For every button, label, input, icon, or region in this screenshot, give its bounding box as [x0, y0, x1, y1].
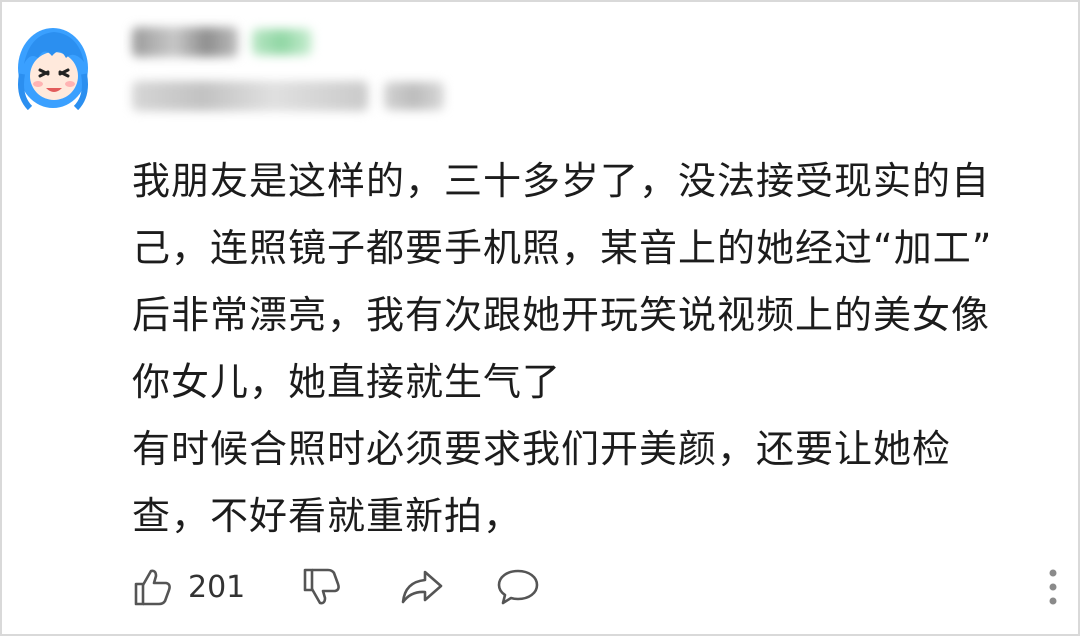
username-blurred[interactable]	[132, 27, 238, 57]
comment-line: 你女儿，她直接就生气了	[132, 360, 562, 404]
comment-text: 我朋友是这样的，三十多岁了，没法接受现实的自 己，连照镜子都要手机照，某音上的她…	[132, 148, 1062, 550]
comment-card: 我朋友是这样的，三十多岁了，没法接受现实的自 己，连照镜子都要手机照，某音上的她…	[0, 0, 1080, 636]
comment-icon	[497, 569, 539, 605]
username-row	[132, 20, 312, 64]
comment-line: 己，连照镜子都要手机照，某音上的她经过“加工”	[132, 226, 993, 270]
more-vertical-icon	[1049, 569, 1057, 605]
comment-meta-row	[132, 78, 444, 114]
comment-line: 有时候合照时必须要求我们开美颜，还要让她检	[132, 427, 952, 471]
timestamp-blurred	[132, 81, 368, 111]
share-icon	[401, 570, 443, 604]
location-blurred	[384, 82, 444, 110]
dislike-button[interactable]	[301, 566, 343, 608]
comment-line: 查，不好看就重新拍，	[132, 494, 523, 538]
like-button[interactable]: 201	[132, 566, 245, 608]
comment-actions: 201	[132, 564, 541, 610]
comment-line: 后非常漂亮，我有次跟她开玩笑说视频上的美女像	[132, 293, 991, 337]
share-button[interactable]	[399, 566, 445, 608]
like-count: 201	[188, 569, 246, 605]
avatar-icon	[18, 28, 88, 111]
thumbs-down-icon	[303, 568, 341, 605]
more-options-button[interactable]	[1048, 568, 1058, 606]
comment-line: 我朋友是这样的，三十多岁了，没法接受现实的自	[132, 159, 991, 203]
user-badge-blurred	[252, 29, 312, 55]
thumbs-up-icon	[134, 569, 171, 606]
reply-button[interactable]	[495, 566, 541, 608]
avatar[interactable]	[16, 24, 90, 111]
